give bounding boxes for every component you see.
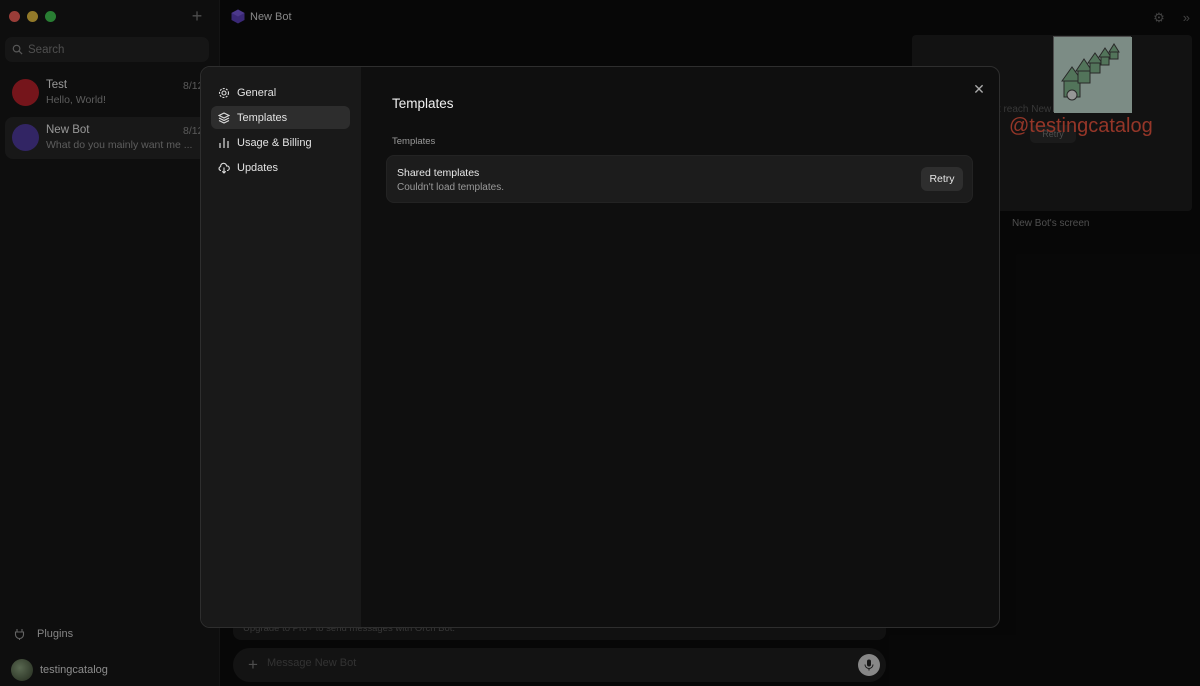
- app-window: + Test 8/12 Hello, World! New Bot 8/12 W…: [0, 0, 1200, 686]
- bar-chart-icon: [219, 137, 229, 148]
- cloud-download-icon: [218, 162, 230, 174]
- layers-icon: [218, 111, 230, 124]
- nav-item-general[interactable]: General: [211, 81, 350, 104]
- settings-modal: General Templates Usage & Billing Update…: [200, 66, 1000, 628]
- card-title: Shared templates: [397, 167, 480, 179]
- section-label: Templates: [392, 136, 436, 147]
- card-error-text: Couldn't load templates.: [397, 182, 504, 193]
- retry-button[interactable]: Retry: [921, 167, 963, 191]
- shared-templates-card: Shared templates Couldn't load templates…: [386, 155, 973, 203]
- nav-item-usage-billing[interactable]: Usage & Billing: [211, 131, 350, 154]
- nav-label: Templates: [237, 111, 288, 124]
- close-modal-button[interactable]: ✕: [971, 81, 987, 97]
- nav-label: Updates: [237, 161, 278, 174]
- close-icon: ✕: [973, 81, 985, 97]
- nav-label: General: [237, 86, 277, 99]
- nav-item-updates[interactable]: Updates: [211, 156, 350, 179]
- nav-item-templates[interactable]: Templates: [211, 106, 350, 129]
- page-title: Templates: [392, 96, 454, 111]
- settings-nav: General Templates Usage & Billing Update…: [201, 67, 361, 627]
- gear-icon: [218, 87, 230, 98]
- nav-label: Usage & Billing: [237, 136, 312, 149]
